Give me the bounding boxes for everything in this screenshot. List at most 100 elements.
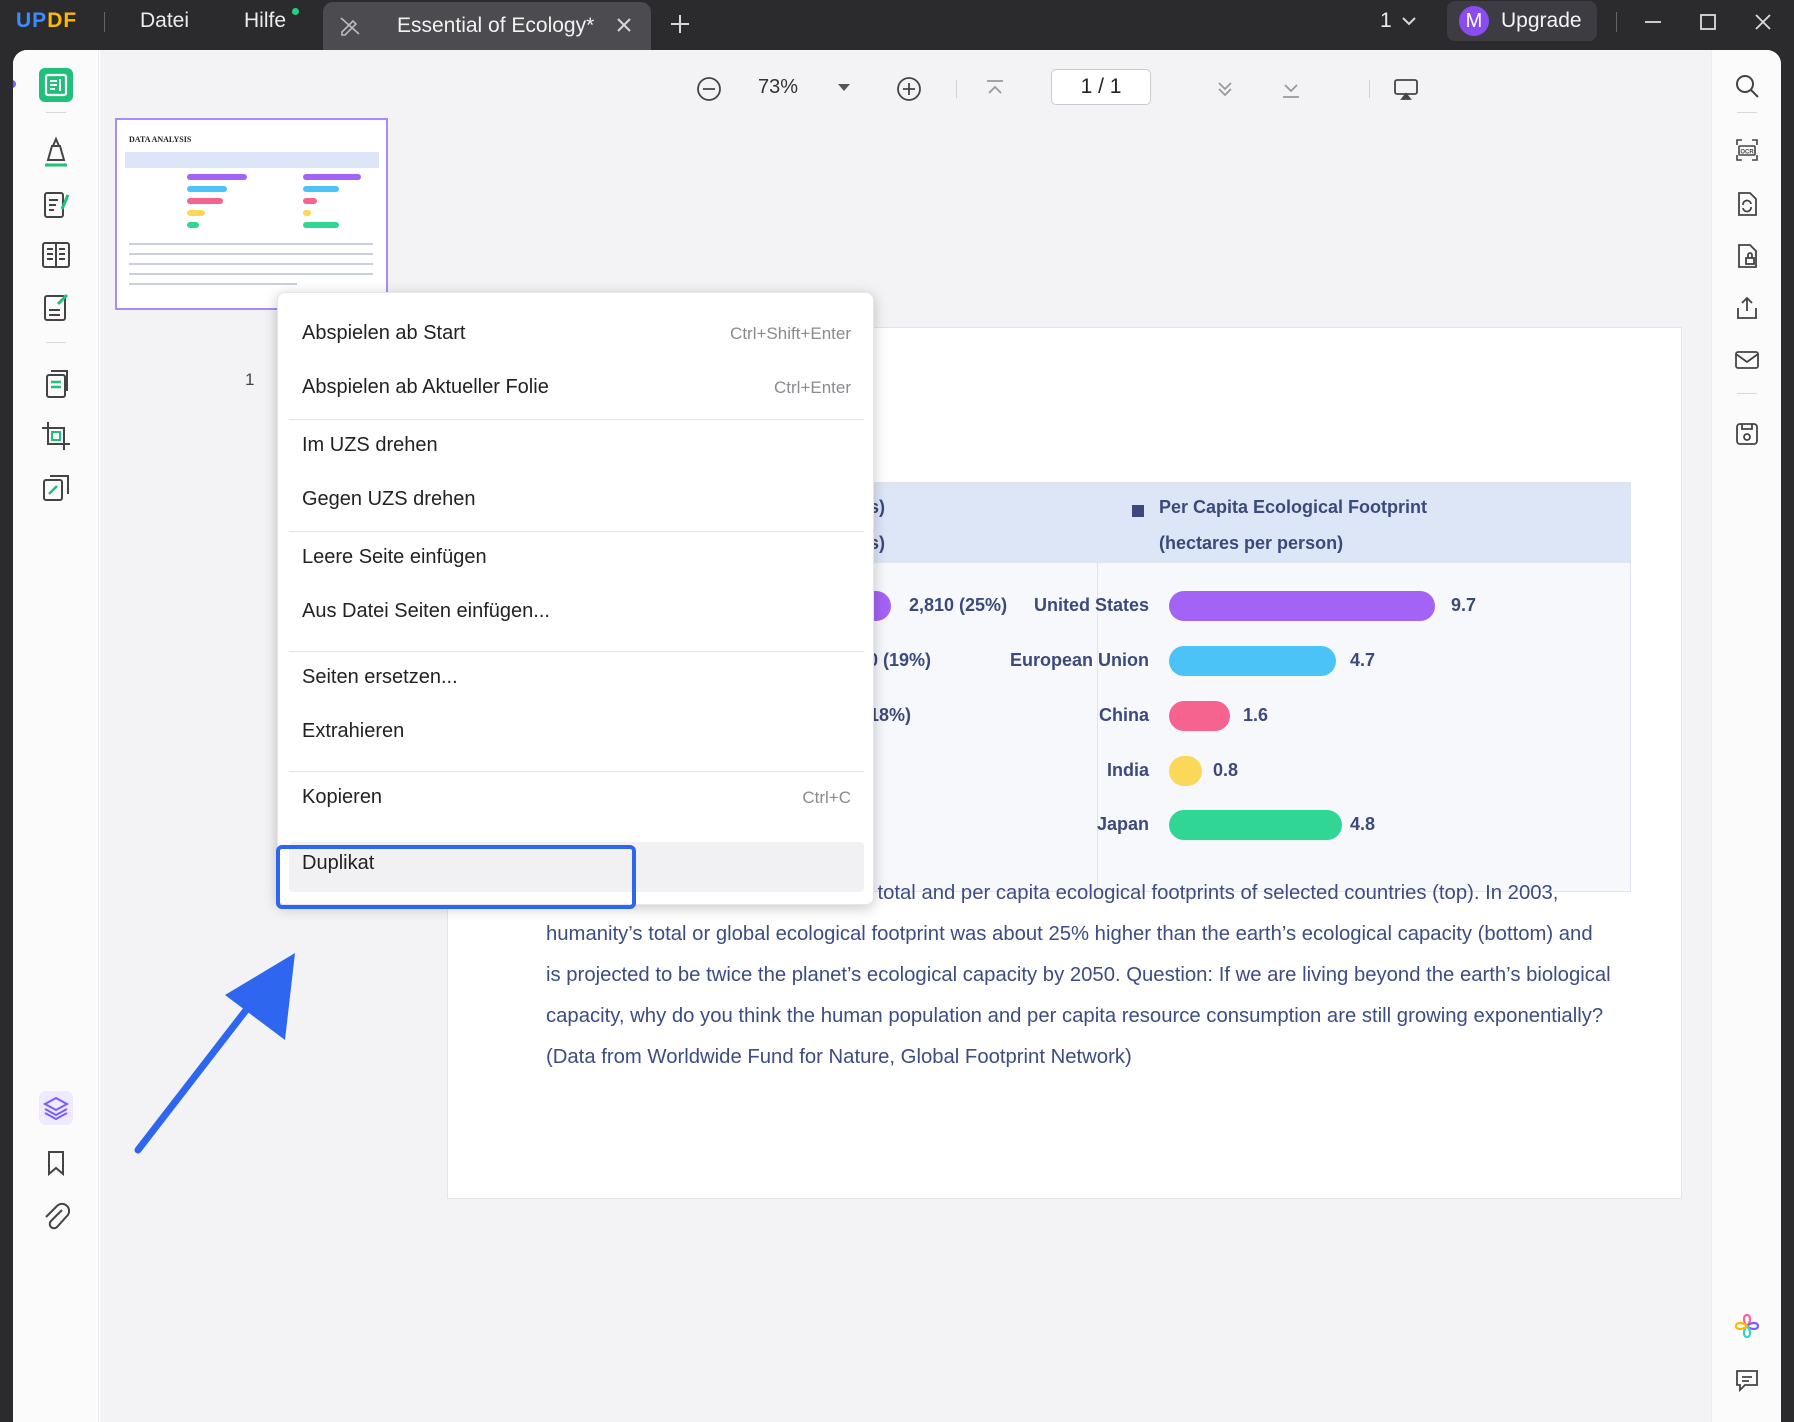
document-tab[interactable]: Essential of Ecology* <box>323 2 651 50</box>
menu-datei[interactable]: Datei <box>140 9 189 33</box>
edit-disabled-icon <box>340 17 360 36</box>
upgrade-button[interactable]: M Upgrade <box>1447 1 1597 41</box>
right-header-title: Per Capita Ecological Footprint <box>1159 497 1428 517</box>
legend-marker <box>1132 505 1144 517</box>
menu-item-label: Abspielen ab Aktueller Folie <box>302 376 549 398</box>
menu-item-replace-pages[interactable]: Seiten ersetzen... <box>289 653 864 703</box>
zoom-dropdown-caret[interactable] <box>838 84 850 91</box>
edit-pdf-icon[interactable] <box>38 187 74 223</box>
rail-separator <box>46 342 66 343</box>
country-label: India <box>1106 760 1149 780</box>
menu-item-play-from-current[interactable]: Abspielen ab Aktueller Folie Ctrl+Enter <box>289 363 864 413</box>
menu-item-shortcut: Ctrl+C <box>802 788 851 807</box>
per-capita-bar <box>1169 591 1435 621</box>
reader-mode-icon[interactable] <box>37 66 75 104</box>
comment-icon[interactable] <box>1733 1366 1761 1394</box>
right-tool-rail: OCR <box>1711 50 1781 1422</box>
window-count[interactable]: 1 <box>1380 9 1392 33</box>
close-window-icon[interactable] <box>1751 10 1775 34</box>
menu-item-label: Leere Seite einfügen <box>302 546 487 568</box>
new-tab-icon[interactable] <box>668 12 692 36</box>
protect-icon[interactable] <box>1733 242 1761 270</box>
page-number-input[interactable]: 1 / 1 <box>1051 69 1151 105</box>
menu-item-insert-from-file[interactable]: Aus Datei Seiten einfügen... <box>289 587 864 637</box>
menu-item-label: Duplikat <box>302 852 375 874</box>
caption-line: (Data from Worldwide Fund for Nature, Gl… <box>546 1046 1132 1068</box>
per-capita-bar <box>1169 646 1336 676</box>
view-toolbar: 73% 1 / 1 <box>418 50 1711 126</box>
menu-item-label: Seiten ersetzen... <box>302 666 458 688</box>
save-icon[interactable] <box>1733 420 1761 448</box>
share-icon[interactable] <box>1733 294 1761 322</box>
updf-logo: UPDF <box>16 9 78 32</box>
country-label: Japan <box>1096 814 1149 834</box>
menu-hilfe[interactable]: Hilfe <box>244 9 286 33</box>
left-tool-rail <box>13 50 99 1422</box>
attachment-icon[interactable] <box>38 1198 74 1234</box>
caption-line: is projected to be twice the planet’s ec… <box>546 964 1611 986</box>
form-icon[interactable] <box>38 290 74 326</box>
bookmark-icon[interactable] <box>38 1145 74 1181</box>
highlighter-icon[interactable] <box>38 134 74 170</box>
update-dot <box>292 8 299 15</box>
ai-assistant-icon[interactable] <box>1733 1312 1761 1340</box>
layers-icon[interactable] <box>38 1090 74 1126</box>
active-indicator-dot <box>13 80 16 88</box>
menu-item-play-from-start[interactable]: Abspielen ab Start Ctrl+Shift+Enter <box>289 309 864 359</box>
last-page-icon[interactable] <box>1277 75 1305 103</box>
menu-item-rotate-counterclockwise[interactable]: Gegen UZS drehen <box>289 475 864 525</box>
menu-item-extract[interactable]: Extrahieren <box>289 707 864 757</box>
menu-separator <box>289 531 864 532</box>
ocr-icon[interactable]: OCR <box>1733 136 1761 164</box>
country-label: United States <box>1033 595 1149 615</box>
minimize-icon[interactable] <box>1641 10 1665 34</box>
per-capita-value: 0.8 <box>1213 760 1239 780</box>
country-label: European Union <box>1010 650 1149 670</box>
chevron-down-icon[interactable] <box>1400 12 1418 30</box>
menu-item-label: Aus Datei Seiten einfügen... <box>302 600 550 622</box>
compress-icon[interactable] <box>38 470 74 506</box>
menu-item-copy[interactable]: Kopieren Ctrl+C <box>289 773 864 823</box>
page-tools-icon[interactable] <box>38 366 74 402</box>
presentation-icon[interactable] <box>1392 75 1420 103</box>
menu-item-label: Abspielen ab Start <box>302 322 466 344</box>
next-page-icon[interactable] <box>1211 75 1239 103</box>
title-separator <box>104 12 105 32</box>
search-icon[interactable] <box>1733 72 1761 100</box>
menu-separator <box>289 651 864 652</box>
per-capita-bar <box>1169 810 1342 840</box>
organize-pages-icon[interactable] <box>38 237 74 273</box>
thumbnail-title: DATA ANALYSIS <box>129 135 192 144</box>
page-context-menu: Abspielen ab Start Ctrl+Shift+Enter Absp… <box>277 292 874 905</box>
menu-item-label: Extrahieren <box>302 720 405 742</box>
upgrade-label: Upgrade <box>1501 9 1582 32</box>
per-capita-value: 4.7 <box>1350 650 1376 670</box>
convert-icon[interactable] <box>1733 190 1761 218</box>
per-capita-value: 9.7 <box>1451 595 1477 615</box>
menu-separator <box>289 771 864 772</box>
caption-line: capacity, why do you think the human pop… <box>546 1005 1604 1027</box>
menu-item-shortcut: Ctrl+Shift+Enter <box>730 324 851 343</box>
rail-separator <box>46 112 66 113</box>
menu-item-rotate-clockwise[interactable]: Im UZS drehen <box>289 421 864 471</box>
rail-separator <box>1737 112 1757 113</box>
per-capita-bar <box>1169 756 1202 786</box>
per-capita-bar <box>1169 701 1230 731</box>
close-tab-icon[interactable] <box>613 14 635 36</box>
email-icon[interactable] <box>1733 346 1761 374</box>
country-label: China <box>1098 705 1149 725</box>
zoom-in-icon[interactable] <box>895 75 923 103</box>
zoom-out-icon[interactable] <box>695 75 723 103</box>
zoom-level[interactable]: 73% <box>758 76 798 99</box>
menu-item-label: Im UZS drehen <box>302 434 438 456</box>
menu-item-insert-blank-page[interactable]: Leere Seite einfügen <box>289 533 864 583</box>
maximize-icon[interactable] <box>1696 10 1720 34</box>
avatar[interactable]: M <box>1459 6 1489 36</box>
page-thumbnail[interactable]: DATA ANALYSIS <box>115 118 388 310</box>
rail-separator <box>1737 393 1757 394</box>
crop-icon[interactable] <box>38 418 74 454</box>
menu-item-shortcut: Ctrl+Enter <box>774 378 851 397</box>
menu-item-duplicate[interactable]: Duplikat <box>289 842 864 892</box>
first-page-icon[interactable] <box>981 75 1009 103</box>
thumbnail-page-number: 1 <box>245 370 255 389</box>
